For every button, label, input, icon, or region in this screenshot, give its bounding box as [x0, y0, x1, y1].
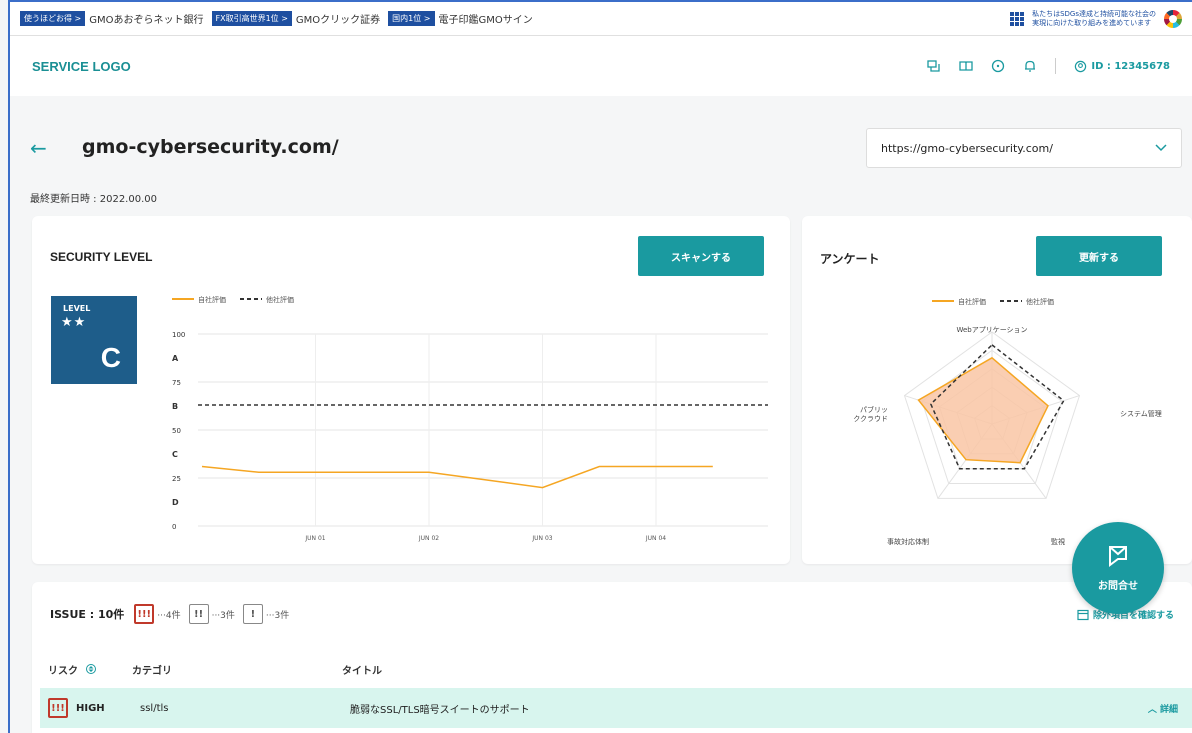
- row-title: 脆弱なSSL/TLS暗号スイートのサポート: [350, 704, 530, 716]
- low-count: ···3件: [265, 610, 290, 621]
- top-banner: 使うほどお得 > GMOあおぞらネット銀行 FX取引高世界1位 > GMOクリッ…: [10, 2, 1192, 36]
- app-frame: 使うほどお得 > GMOあおぞらネット銀行 FX取引高世界1位 > GMOクリッ…: [8, 0, 1192, 733]
- y-tick-label: 100: [172, 331, 185, 339]
- security-line-chart: 自社評価 他社評価 100 A 75 B 50 C 25 D 0 JUN 01 JUN 02 JUN 03…: [172, 295, 768, 542]
- row-risk: !!! HIGH: [40, 698, 140, 718]
- banner-tag-aozora[interactable]: 使うほどお得 >: [20, 11, 86, 26]
- category-column-header: カテゴリ: [132, 665, 172, 677]
- y-tick-label: C: [172, 450, 178, 459]
- issue-card: ISSUE : 10件 !!! ···4件 !! ···3件 ! ···3件 除…: [32, 582, 1192, 733]
- url-select[interactable]: https://gmo-cybersecurity.com/: [866, 128, 1182, 168]
- radar-axis-label: 事故対応体制: [887, 537, 929, 546]
- banner-tag-click[interactable]: FX取引高世界1位 >: [211, 11, 292, 26]
- banner-link-click[interactable]: GMOクリック証券: [296, 11, 380, 26]
- user-menu[interactable]: ID : 12345678: [1074, 60, 1170, 73]
- x-tick-label: JUN 03: [531, 535, 552, 542]
- chevron-up-icon: ︿: [1147, 704, 1157, 715]
- radar-axis-label: Webアプリケーション: [956, 326, 1027, 334]
- user-icon: [1075, 60, 1087, 72]
- medium-count: ···3件: [211, 610, 235, 621]
- y-tick-label: A: [172, 354, 179, 363]
- header-icons: ID : 12345678: [927, 58, 1170, 74]
- radar-axis-label: ククラウド: [853, 415, 888, 423]
- medium-severity-icon: !!: [188, 604, 209, 624]
- x-tick-label: JUN 02: [418, 535, 439, 542]
- chevron-down-icon: [1155, 141, 1167, 155]
- title-row: ← gmo-cybersecurity.com/ https://gmo-cyb…: [10, 128, 1192, 170]
- header-divider: [1055, 58, 1057, 74]
- sort-icon[interactable]: [86, 664, 96, 674]
- radar-axis-label: パブリッ: [860, 405, 888, 414]
- legend-label-other: 他社評価: [1026, 297, 1054, 306]
- high-count: ···4件: [157, 610, 181, 621]
- issue-summary: ISSUE : 10件 !!! ···4件 !! ···3件 ! ···3件: [50, 604, 297, 624]
- calendar-icon: [1077, 609, 1089, 620]
- y-tick-label: D: [172, 498, 179, 507]
- high-severity-icon: !!!: [48, 698, 68, 718]
- banner-link-aozora[interactable]: GMOあおぞらネット銀行: [89, 11, 203, 26]
- issue-table-header: リスク カテゴリ タイトル: [32, 650, 1192, 688]
- y-tick-label: 50: [172, 427, 181, 435]
- legend-label-self: 自社評価: [198, 295, 226, 304]
- mail-chat-icon: [1109, 545, 1127, 567]
- y-tick-label: 0: [172, 523, 176, 531]
- low-severity-icon: !: [242, 604, 263, 624]
- risk-header-label: リスク: [48, 665, 78, 677]
- sdgs-wheel-icon: [1164, 9, 1182, 28]
- issue-count-label: ISSUE : 10件: [50, 608, 125, 621]
- x-tick-label: JUN 04: [645, 535, 666, 542]
- detail-label: 詳細: [1159, 704, 1178, 715]
- contact-fab-label: お問合せ: [1098, 580, 1138, 592]
- back-arrow-icon[interactable]: ←: [30, 136, 47, 160]
- url-select-value: https://gmo-cybersecurity.com/: [881, 141, 1053, 155]
- page-title: gmo-cybersecurity.com/: [82, 136, 339, 158]
- book-icon[interactable]: [959, 59, 973, 73]
- y-tick-label: 75: [172, 379, 181, 387]
- y-tick-label: 25: [172, 475, 181, 483]
- sdgs-area: 私たちはSDGs達成と持続可能な社会の 実現に向けた取り組みを進めています: [1010, 9, 1182, 28]
- detail-toggle[interactable]: ︿ 詳細: [1148, 702, 1178, 715]
- sdgs-line-1: 私たちはSDGs達成と持続可能な社会の: [1032, 9, 1156, 18]
- survey-radar-chart: 自社評価 他社評価 Webアプリケーションシステム管理監視 事故対応体制 パブリッククラ…: [853, 297, 1162, 546]
- row-risk-label: HIGH: [76, 702, 105, 714]
- series-self-line: [201, 465, 713, 489]
- sdgs-text: 私たちはSDGs達成と持続可能な社会の 実現に向けた取り組みを進めています: [1032, 10, 1156, 28]
- last-updated: 最終更新日時 : 2022.00.00: [30, 194, 157, 205]
- survey-card: アンケート 更新する 自社評価 他社評価 Webアプリケーション システム管理 監視 事故…: [802, 216, 1192, 564]
- title-column-header: タイトル: [342, 665, 382, 677]
- banner-link-sign[interactable]: 電子印鑑GMOサイン: [439, 11, 533, 26]
- radar-series-self: [917, 356, 1049, 464]
- service-logo[interactable]: SERVICE LOGO: [32, 59, 131, 74]
- bell-icon[interactable]: [1023, 59, 1037, 73]
- legend-label-self: 自社評価: [958, 297, 986, 306]
- banner-tag-sign[interactable]: 国内1位 >: [388, 11, 435, 26]
- site-header: SERVICE LOGO ID : 12345678: [10, 36, 1192, 96]
- security-level-card: SECURITY LEVEL スキャンする LEVEL ★★ C 自社評価 他社評…: [32, 216, 790, 564]
- apps-grid-icon[interactable]: [1010, 11, 1025, 26]
- cart-icon[interactable]: [927, 59, 941, 73]
- help-icon[interactable]: [991, 59, 1005, 73]
- high-severity-icon: !!!: [134, 604, 155, 624]
- risk-column-header[interactable]: リスク: [32, 662, 132, 677]
- radar-axis-label: システム管理: [1120, 409, 1162, 418]
- x-tick-label: JUN 01: [304, 535, 325, 542]
- radar-axis-label: 監視: [1051, 537, 1065, 546]
- contact-fab[interactable]: お問合せ: [1072, 522, 1164, 614]
- y-tick-label: B: [172, 402, 178, 411]
- sdgs-line-2: 実現に向けた取り組みを進めています: [1032, 18, 1152, 27]
- row-category: ssl/tls: [140, 702, 169, 714]
- legend-label-other: 他社評価: [266, 295, 294, 304]
- user-id: ID : 12345678: [1091, 60, 1170, 72]
- table-row[interactable]: !!! HIGH ssl/tls 脆弱なSSL/TLS暗号スイートのサポート ︿…: [40, 688, 1192, 728]
